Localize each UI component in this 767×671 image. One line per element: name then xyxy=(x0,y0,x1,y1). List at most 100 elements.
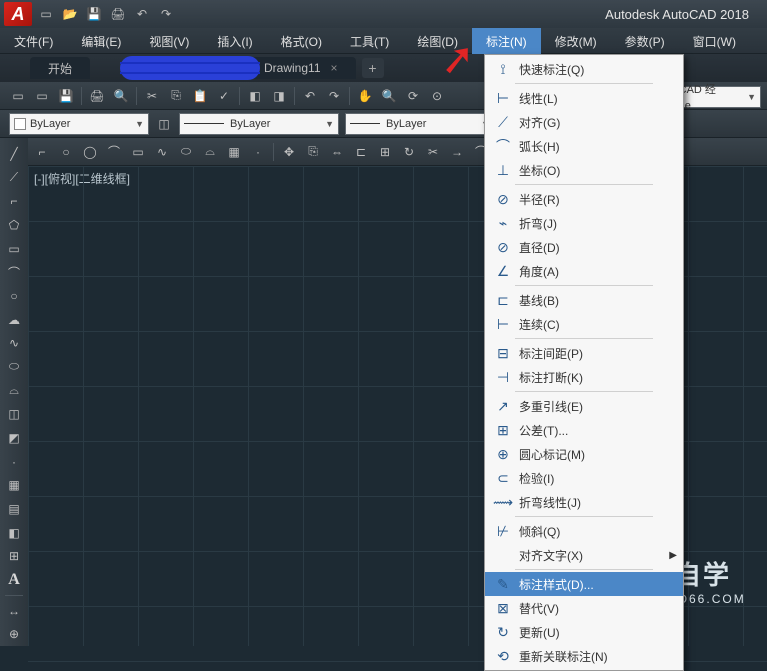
line-icon[interactable]: ╱ xyxy=(3,143,25,165)
tab-drawing[interactable]: Drawing11 × xyxy=(246,57,356,79)
menu-inspect[interactable]: ⊂检验(I) xyxy=(485,466,683,490)
menu-linear[interactable]: ⊢线性(L) xyxy=(485,86,683,110)
rotate-icon[interactable]: ↻ xyxy=(398,141,420,163)
preview-icon[interactable]: 🔍 xyxy=(110,85,132,107)
distance-icon[interactable]: ↔ xyxy=(3,600,25,622)
new-icon[interactable]: ▭ xyxy=(35,3,57,25)
mirror-icon[interactable]: ⇔ xyxy=(326,141,348,163)
open-file-icon[interactable]: ▭ xyxy=(31,85,53,107)
menu-reassoc[interactable]: ⟲重新关联标注(N) xyxy=(485,644,683,668)
new-file-icon[interactable]: ▭ xyxy=(7,85,29,107)
menu-parametric[interactable]: 参数(P) xyxy=(611,28,679,54)
menu-aligned[interactable]: ⟋对齐(G) xyxy=(485,110,683,134)
menu-tools[interactable]: 工具(T) xyxy=(336,28,403,54)
arc-icon[interactable]: ⌒ xyxy=(3,261,25,283)
ellipse-arc-icon[interactable]: ⌓ xyxy=(199,141,221,163)
menu-tolerance[interactable]: ⊞公差(T)... xyxy=(485,418,683,442)
menu-radius[interactable]: ⊘半径(R) xyxy=(485,187,683,211)
lineweight-dropdown[interactable]: ByLayer ▼ xyxy=(345,113,495,135)
zoom-icon[interactable]: 🔍 xyxy=(378,85,400,107)
region-icon[interactable]: ◧ xyxy=(3,522,25,544)
circle2-icon[interactable]: ◯ xyxy=(79,141,101,163)
block-insert-icon[interactable]: ◫ xyxy=(3,403,25,425)
rectangle-icon[interactable]: ▭ xyxy=(3,238,25,260)
move-icon[interactable]: ✥ xyxy=(278,141,300,163)
paste-icon[interactable]: 📋 xyxy=(189,85,211,107)
app-logo[interactable]: A xyxy=(4,2,32,26)
layer-color-dropdown[interactable]: ByLayer ▼ xyxy=(9,113,149,135)
menu-baseline[interactable]: ⊏基线(B) xyxy=(485,288,683,312)
text-icon[interactable]: A xyxy=(3,569,25,591)
polyline-icon[interactable]: ⌐ xyxy=(31,141,53,163)
menu-draw[interactable]: 绘图(D) xyxy=(403,28,472,54)
undo-btn-icon[interactable]: ↶ xyxy=(299,85,321,107)
wheel-icon[interactable]: ⊙ xyxy=(426,85,448,107)
rect-tool-icon[interactable]: ▭ xyxy=(127,141,149,163)
menu-diameter[interactable]: ⊘直径(D) xyxy=(485,235,683,259)
arc-tool-icon[interactable]: ⌒ xyxy=(103,141,125,163)
trim-icon[interactable]: ✂ xyxy=(422,141,444,163)
menu-insert[interactable]: 插入(I) xyxy=(203,28,266,54)
xline-icon[interactable]: ⟋ xyxy=(3,167,25,189)
menu-jogged-linear[interactable]: ⟿折弯线性(J) xyxy=(485,490,683,514)
menu-ordinate[interactable]: ⊥坐标(O) xyxy=(485,158,683,182)
orbit-icon[interactable]: ⟳ xyxy=(402,85,424,107)
point2-icon[interactable]: · xyxy=(3,451,25,473)
circle-tool-icon[interactable]: ○ xyxy=(55,141,77,163)
menu-modify[interactable]: 修改(M) xyxy=(541,28,611,54)
save-file-icon[interactable]: 💾 xyxy=(55,85,77,107)
menu-override[interactable]: ⊠替代(V) xyxy=(485,596,683,620)
close-icon[interactable]: × xyxy=(331,61,338,75)
menu-angular[interactable]: ∠角度(A) xyxy=(485,259,683,283)
open-icon[interactable]: 📂 xyxy=(59,3,81,25)
menu-continue[interactable]: ⊢连续(C) xyxy=(485,312,683,336)
menu-break[interactable]: ⊣标注打断(K) xyxy=(485,365,683,389)
print-icon[interactable]: 🖨 xyxy=(107,3,129,25)
ellipse-icon[interactable]: ⬭ xyxy=(175,141,197,163)
add-selected-icon[interactable]: ⊕ xyxy=(3,623,25,645)
ellipse2-icon[interactable]: ⬭ xyxy=(3,356,25,378)
menu-dimstyle[interactable]: ✎标注样式(D)... xyxy=(485,572,683,596)
undo-icon[interactable]: ↶ xyxy=(131,3,153,25)
hatch-icon[interactable]: ▦ xyxy=(223,141,245,163)
menu-space[interactable]: ⊟标注间距(P) xyxy=(485,341,683,365)
pan-icon[interactable]: ✋ xyxy=(354,85,376,107)
menu-jogged[interactable]: ⌁折弯(J) xyxy=(485,211,683,235)
hatch2-icon[interactable]: ▦ xyxy=(3,474,25,496)
revcloud-icon[interactable]: ☁ xyxy=(3,309,25,331)
extend-icon[interactable]: → xyxy=(446,141,468,163)
menu-format[interactable]: 格式(O) xyxy=(267,28,336,54)
menu-update[interactable]: ↻更新(U) xyxy=(485,620,683,644)
spline-icon[interactable]: ∿ xyxy=(151,141,173,163)
viewport-label[interactable]: [-][俯视][二维线框] xyxy=(34,170,130,187)
menu-edit[interactable]: 编辑(E) xyxy=(67,28,135,54)
array-icon[interactable]: ⊞ xyxy=(374,141,396,163)
menu-view[interactable]: 视图(V) xyxy=(135,28,203,54)
linetype-dropdown[interactable]: ByLayer ▼ xyxy=(179,113,339,135)
menu-center[interactable]: ⊕圆心标记(M) xyxy=(485,442,683,466)
menu-arc[interactable]: ⌒弧长(H) xyxy=(485,134,683,158)
circle-icon[interactable]: ○ xyxy=(3,285,25,307)
menu-align-text[interactable]: 对齐文字(X)▶ xyxy=(485,543,683,567)
save-icon[interactable]: 💾 xyxy=(83,3,105,25)
menu-dimension[interactable]: 标注(N) xyxy=(472,28,541,54)
tab-start[interactable]: 开始 xyxy=(30,57,90,79)
point-icon[interactable]: · xyxy=(247,141,269,163)
layer-btn-icon[interactable]: ◫ xyxy=(153,113,175,135)
copy-icon[interactable]: ⎘ xyxy=(165,85,187,107)
offset-icon[interactable]: ⊏ xyxy=(350,141,372,163)
match-icon[interactable]: ✓ xyxy=(213,85,235,107)
menu-oblique[interactable]: ⊬倾斜(Q) xyxy=(485,519,683,543)
print-btn-icon[interactable]: 🖨 xyxy=(86,85,108,107)
block2-icon[interactable]: ◨ xyxy=(268,85,290,107)
cut-icon[interactable]: ✂ xyxy=(141,85,163,107)
copy-tool-icon[interactable]: ⎘ xyxy=(302,141,324,163)
menu-multileader[interactable]: ↗多重引线(E) xyxy=(485,394,683,418)
gradient-icon[interactable]: ▤ xyxy=(3,498,25,520)
redo-btn-icon[interactable]: ↷ xyxy=(323,85,345,107)
menu-file[interactable]: 文件(F) xyxy=(0,28,67,54)
spline2-icon[interactable]: ∿ xyxy=(3,332,25,354)
tab-add-button[interactable]: + xyxy=(362,58,384,78)
menu-window[interactable]: 窗口(W) xyxy=(679,28,750,54)
redo-icon[interactable]: ↷ xyxy=(155,3,177,25)
